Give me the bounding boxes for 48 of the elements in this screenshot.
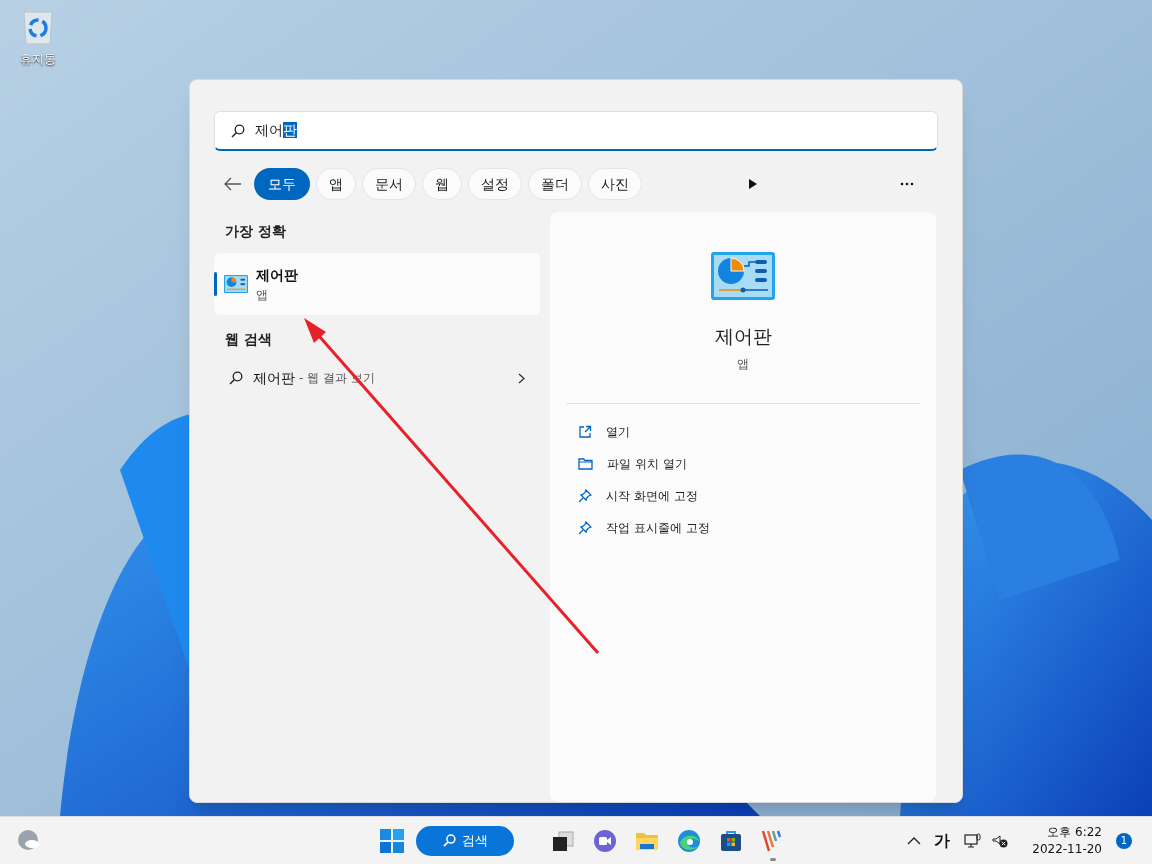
filter-tab[interactable]: 문서 xyxy=(362,168,416,200)
detail-subtitle: 앱 xyxy=(737,355,749,373)
muted-speaker-icon[interactable] xyxy=(992,833,1009,848)
result-subtitle: 앱 xyxy=(256,286,269,304)
input-method-indicator[interactable]: 가 xyxy=(934,828,951,853)
pin-icon xyxy=(578,520,592,535)
section-heading: 웹 검색 xyxy=(225,330,273,349)
clock-date[interactable]: 2022-11-20 xyxy=(1032,840,1102,858)
folder-icon xyxy=(578,457,593,470)
result-title: 제어판 xyxy=(256,265,298,285)
action-item[interactable]: 파일 위치 열기 xyxy=(566,447,920,480)
filter-tab[interactable]: 앱 xyxy=(316,168,356,200)
action-item[interactable]: 열기 xyxy=(566,415,920,448)
filter-tab[interactable]: 모두 xyxy=(254,168,310,200)
chevron-up-icon[interactable] xyxy=(907,835,922,846)
filter-tab[interactable]: 사진 xyxy=(588,168,642,200)
weather-icon[interactable] xyxy=(17,828,41,853)
task-view-icon[interactable] xyxy=(551,828,575,853)
external-link-icon xyxy=(578,424,592,439)
action-item[interactable]: 시작 화면에 고정 xyxy=(566,479,920,512)
more-options-icon[interactable] xyxy=(900,182,914,186)
best-match-item[interactable]: 제어판 앱 xyxy=(214,253,540,315)
section-heading: 가장 정확 xyxy=(225,222,287,241)
browser-icon[interactable] xyxy=(677,828,701,853)
chevron-right-icon xyxy=(518,372,525,384)
filter-tab[interactable]: 폴더 xyxy=(528,168,582,200)
search-icon xyxy=(231,123,245,138)
recycle-bin-icon[interactable] xyxy=(22,8,54,46)
search-query: 제어 판 xyxy=(255,121,297,140)
search-field[interactable]: 제어 판 xyxy=(214,111,938,151)
action-item[interactable]: 작업 표시줄에 고정 xyxy=(566,511,920,544)
search-icon xyxy=(229,371,243,385)
filter-tab[interactable]: 설정 xyxy=(468,168,522,200)
control-panel-icon xyxy=(224,275,248,293)
play-icon[interactable] xyxy=(748,178,758,190)
detail-title: 제어판 xyxy=(714,324,772,349)
network-icon[interactable] xyxy=(964,832,983,849)
start-icon[interactable] xyxy=(380,828,404,853)
back-arrow-icon[interactable] xyxy=(224,177,242,191)
shopping-bag-icon[interactable] xyxy=(719,828,743,853)
clock-time[interactable]: 오후 6:22 xyxy=(1047,823,1102,841)
pin-icon xyxy=(578,488,592,503)
notification-badge[interactable]: 1 xyxy=(1116,832,1132,849)
filter-tab[interactable]: 웹 xyxy=(422,168,462,200)
chat-icon[interactable] xyxy=(593,828,617,853)
taskbar-search-button[interactable]: 검색 xyxy=(416,825,514,856)
control-panel-icon xyxy=(711,252,775,300)
search-icon xyxy=(442,834,456,847)
